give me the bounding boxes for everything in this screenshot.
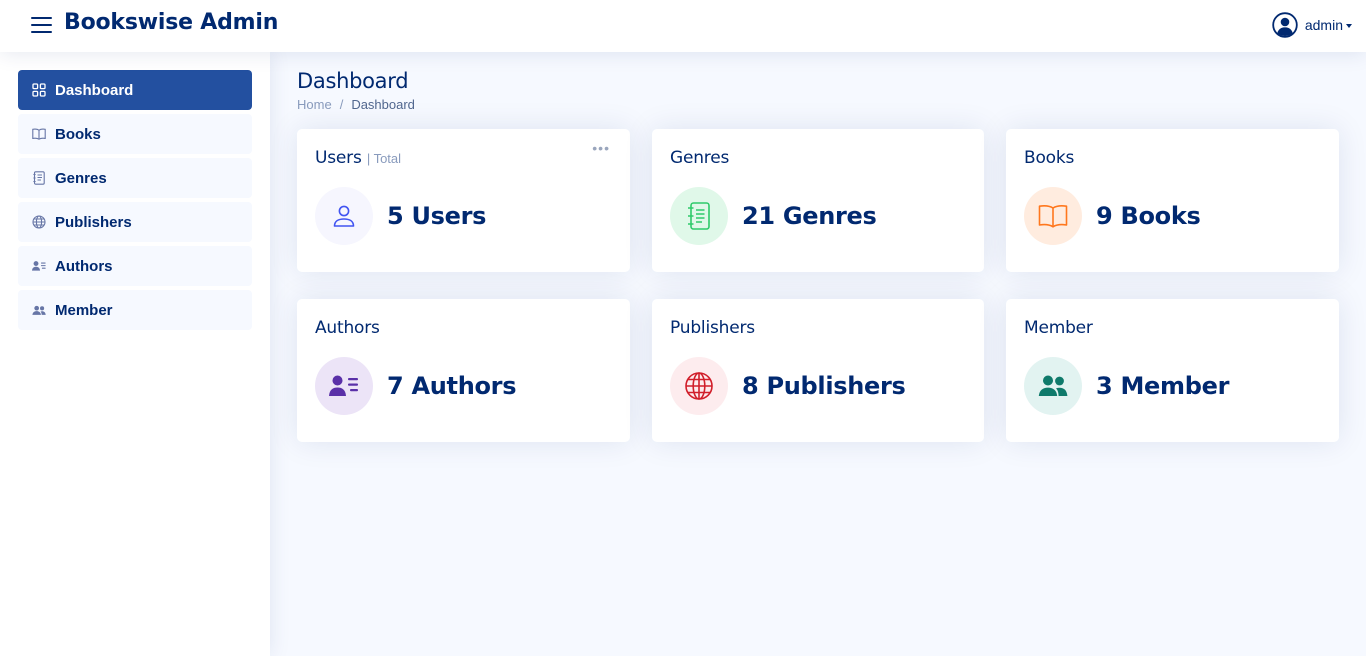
sidebar-item-label: Genres	[55, 169, 107, 187]
card-value: 5 Users	[387, 202, 487, 230]
user-avatar-icon	[1272, 12, 1298, 38]
member-card: Member 3 Member	[1006, 299, 1339, 442]
page-title-block: Dashboard Home / Dashboard	[297, 69, 415, 112]
card-subtitle: | Total	[366, 151, 402, 166]
authors-icon-circle	[315, 357, 373, 415]
person-lines-icon	[32, 259, 46, 273]
sidebar-item-books[interactable]: Books	[18, 114, 252, 154]
menu-toggle-icon[interactable]	[31, 15, 52, 34]
profile-dropdown[interactable]: admin	[1272, 11, 1352, 39]
books-icon-circle	[1024, 187, 1082, 245]
sidebar-item-label: Books	[55, 125, 101, 143]
top-header: Bookswise Admin admin	[0, 0, 1366, 52]
sidebar-item-label: Publishers	[55, 213, 132, 231]
breadcrumb-home-link[interactable]: Home	[297, 97, 332, 112]
grid-icon	[32, 83, 46, 97]
breadcrumb-separator: /	[339, 97, 344, 112]
card-value: 21 Genres	[742, 202, 877, 230]
authors-card: Authors 7 Authors	[297, 299, 630, 442]
sidebar-item-publishers[interactable]: Publishers	[18, 202, 252, 242]
card-value: 3 Member	[1096, 372, 1230, 400]
sidebar-item-label: Authors	[55, 257, 113, 275]
person-icon	[333, 205, 355, 227]
card-value: 8 Publishers	[742, 372, 906, 400]
journal-icon	[32, 171, 46, 185]
breadcrumb: Home / Dashboard	[297, 97, 415, 112]
person-lines-icon	[329, 375, 358, 396]
card-title: Books	[1024, 148, 1075, 168]
people-icon	[32, 303, 46, 317]
sidebar-item-authors[interactable]: Authors	[18, 246, 252, 286]
more-options-icon[interactable]: •••	[592, 141, 610, 155]
card-title: Publishers	[670, 318, 755, 338]
member-icon-circle	[1024, 357, 1082, 415]
users-card: Users | Total ••• 5 Users	[297, 129, 630, 272]
journal-icon	[688, 202, 710, 230]
card-title: Users | Total	[315, 148, 401, 168]
card-value: 7 Authors	[387, 372, 517, 400]
users-icon-circle	[315, 187, 373, 245]
publishers-icon-circle	[670, 357, 728, 415]
card-title-text: Users	[315, 148, 362, 168]
globe-icon	[685, 372, 713, 400]
sidebar-item-label: Dashboard	[55, 81, 134, 99]
sidebar: Dashboard Books Genres Publishers Author…	[0, 52, 270, 656]
chevron-down-icon	[1346, 23, 1352, 28]
user-name: admin	[1304, 17, 1343, 33]
brand-title[interactable]: Bookswise Admin	[64, 10, 278, 35]
card-title: Genres	[670, 148, 730, 168]
card-title: Member	[1024, 318, 1093, 338]
globe-icon	[32, 215, 46, 229]
breadcrumb-current: Dashboard	[351, 97, 415, 112]
books-card: Books 9 Books	[1006, 129, 1339, 272]
card-title: Authors	[315, 318, 380, 338]
sidebar-item-dashboard[interactable]: Dashboard	[18, 70, 252, 110]
page-title: Dashboard	[297, 69, 409, 93]
card-value: 9 Books	[1096, 202, 1201, 230]
genres-icon-circle	[670, 187, 728, 245]
book-open-icon	[1038, 205, 1068, 228]
sidebar-item-label: Member	[55, 301, 113, 319]
publishers-card: Publishers 8 Publishers	[652, 299, 984, 442]
genres-card: Genres 21 Genres	[652, 129, 984, 272]
sidebar-item-genres[interactable]: Genres	[18, 158, 252, 198]
book-icon	[32, 127, 46, 141]
people-icon	[1038, 375, 1068, 396]
sidebar-item-member[interactable]: Member	[18, 290, 252, 330]
